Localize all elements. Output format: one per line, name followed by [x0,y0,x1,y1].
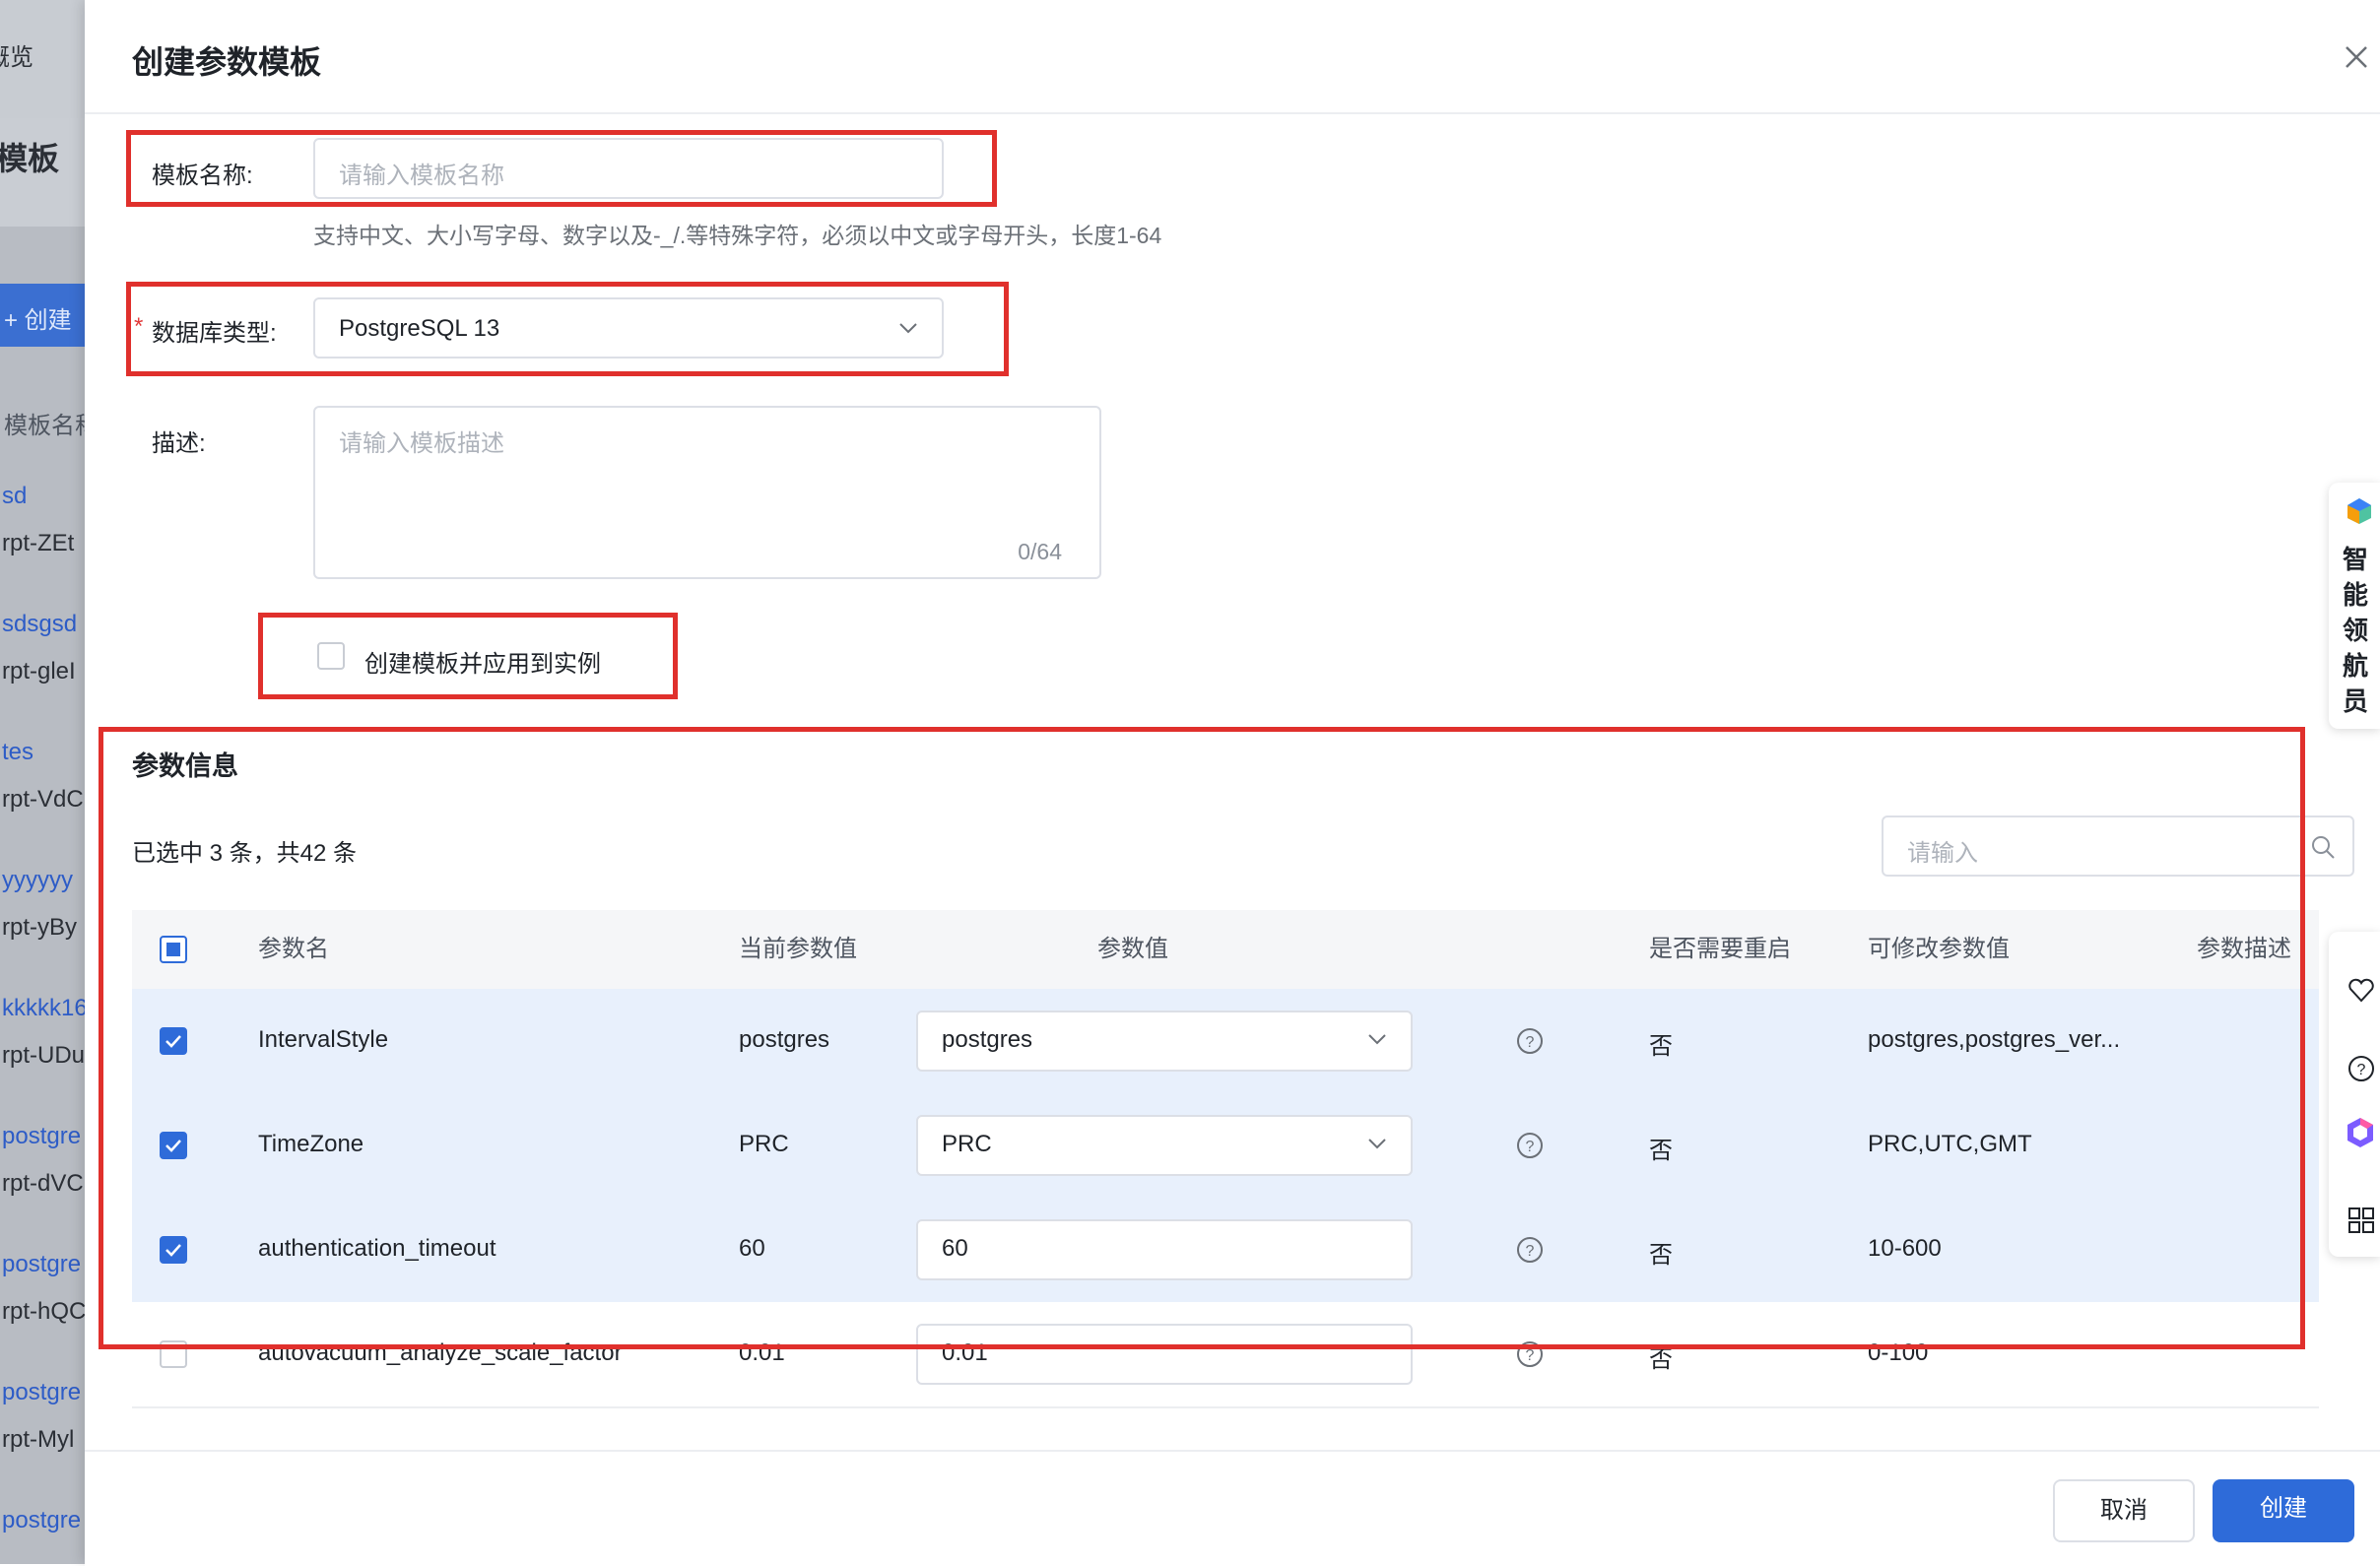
drawer-header: 创建参数模板 [85,0,2380,114]
bg-row-id: rpt-dVC [2,1170,84,1197]
bg-row-id: rpt-Myl [2,1426,75,1453]
svg-text:?: ? [1526,1347,1535,1364]
drawer-title: 创建参数模板 [132,44,322,80]
drawer-footer: 取消 创建 [85,1450,2380,1566]
template-name-placeholder: 请输入模板名称 [339,163,504,189]
template-name-input[interactable]: 请输入模板名称 [313,138,944,199]
create-template-drawer: 创建参数模板 模板名称: 请输入模板名称 支持中文、大小写字母、数字以及-_/.… [85,0,2380,1566]
assistant-logo-icon [2347,498,2371,524]
bg-row-id: rpt-UDu [2,1042,85,1069]
chevron-down-icon [899,323,917,334]
bg-page-title: 模板 [0,141,60,176]
bg-row-name: kkkkk16 [2,995,85,1021]
background-page: 概览 模板 + 创建 模板名称 sd rpt-ZEt sdsgsd rpt-gleI t… [0,0,85,1564]
bg-row-name: tes [2,739,34,765]
description-textarea[interactable]: 请输入模板描述 0/64 [313,406,1101,579]
ai-assistant-icon[interactable] [2343,1115,2378,1150]
svg-text:?: ? [2357,1062,2366,1078]
bg-row-name: yyyyyy [2,867,73,893]
bg-row-id: rpt-VdC [2,786,84,813]
apply-to-instance-checkbox[interactable] [317,642,345,670]
template-name-label: 模板名称: [152,163,253,189]
bg-row-id: rpt-gleI [2,658,76,685]
assistant-label: 智能领航员 [2343,545,2369,716]
bg-row-id: rpt-hQC [2,1298,85,1325]
close-icon[interactable] [2343,43,2370,71]
bg-row-id: rpt-ZEt [2,530,75,556]
bg-row-name: sdsgsd [2,611,78,637]
description-counter: 0/64 [1018,539,1062,564]
create-button[interactable]: 创建 [2213,1479,2354,1542]
bg-row-name: postgre [2,1251,82,1277]
help-icon[interactable]: ? [2347,1054,2376,1083]
bg-create-button: + 创建 [4,307,72,334]
bg-row-name: postgre [2,1379,82,1405]
db-type-select[interactable]: PostgreSQL 13 [313,297,944,359]
description-label: 描述: [152,430,206,457]
bg-nav-overview: 概览 [0,44,33,71]
cancel-button[interactable]: 取消 [2053,1479,2195,1542]
required-mark: * [134,313,144,340]
apply-to-instance-label: 创建模板并应用到实例 [364,651,601,678]
template-name-hint: 支持中文、大小写字母、数字以及-_/.等特殊字符，必须以中文或字母开头，长度1-… [313,223,1162,248]
assistant-panel[interactable]: 智能领航员 [2329,483,2380,729]
apps-grid-icon[interactable] [2347,1206,2376,1235]
bg-row-id: rpt-yBy [2,914,78,941]
bg-column-name: 模板名称 [4,413,85,439]
description-placeholder: 请输入模板描述 [339,430,504,457]
bg-row-name: sd [2,483,28,509]
db-type-label: 数据库类型: [152,320,277,347]
side-tools: ? [2329,932,2380,1257]
highlight-params-section [99,727,2305,1349]
bg-row-name: postgre [2,1507,82,1533]
db-type-value: PostgreSQL 13 [339,315,500,342]
search-icon[interactable] [2309,833,2337,861]
bg-row-name: postgre [2,1123,82,1149]
heart-icon[interactable] [2347,975,2376,1005]
